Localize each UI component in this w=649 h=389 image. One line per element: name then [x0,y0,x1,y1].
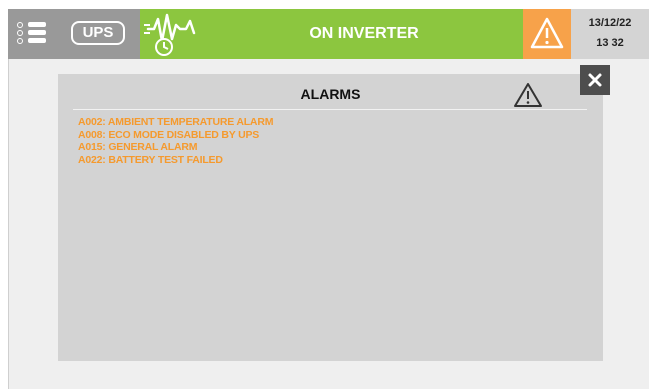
ups-button[interactable]: UPS [64,9,140,59]
top-bar: UPS ON INVERTER 13/12/22 13 32 [8,9,649,59]
warning-triangle-icon [514,83,542,107]
warning-triangle-icon [530,17,564,49]
close-icon [588,73,602,87]
alarm-warning-button[interactable] [523,9,571,59]
datetime-display: 13/12/22 13 32 [571,9,649,59]
alarm-item: A022: BATTERY TEST FAILED [78,153,223,166]
alarm-list: A002: AMBIENT TEMPERATURE ALARM A008: EC… [78,116,273,166]
waveform-clock-icon[interactable] [142,11,204,57]
close-button[interactable] [580,65,610,95]
status-text: ON INVERTER [309,25,419,42]
alarm-item: A008: ECO MODE DISABLED BY UPS [78,128,260,141]
alarm-item: A002: AMBIENT TEMPERATURE ALARM [78,116,274,128]
alarms-dialog: ALARMS A002: AMBIENT TEMPERATURE ALARM A… [58,74,603,361]
date-text: 13/12/22 [588,17,632,29]
alarm-item: A015: GENERAL ALARM [78,141,198,153]
menu-button[interactable] [8,9,64,59]
ups-label: UPS [71,21,125,45]
menu-bars-icon [28,22,46,46]
title-divider [73,109,587,110]
menu-list-icon [17,22,25,46]
time-text: 13 32 [596,37,624,49]
